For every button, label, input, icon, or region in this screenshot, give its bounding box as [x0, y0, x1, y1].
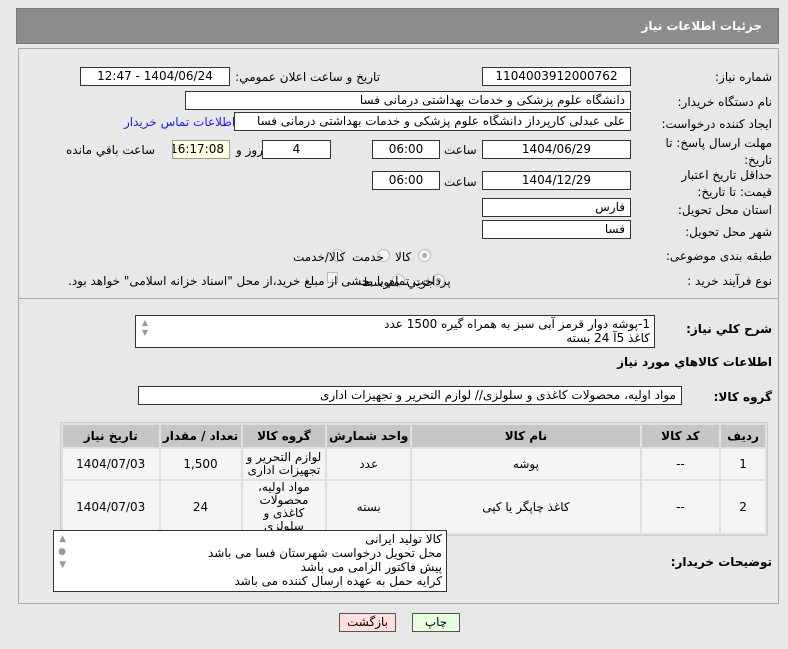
notes-textarea[interactable]: کالا تولید ایرانی محل تحویل درخواست شهرس…: [53, 530, 447, 592]
remaining-time-field: 16:17:08: [172, 140, 230, 159]
deadline-time-field[interactable]: 06:00: [372, 140, 440, 159]
city-field[interactable]: فسا: [482, 220, 631, 239]
treasury-payment-label: پرداخت تمام يا بخشی از مبلغ خريد،از محل …: [68, 274, 451, 288]
notes-label: توضيحات خريدار:: [670, 555, 772, 569]
cell-date: 1404/07/03: [63, 481, 159, 533]
province-field[interactable]: فارس: [482, 198, 631, 217]
description-label: شرح کلي نياز:: [686, 322, 772, 336]
table-row[interactable]: 1 -- پوشه عدد لوازم التحرير و تجهيزات اد…: [63, 449, 765, 479]
cell-group: مواد اوليه، محصولات کاغذی و سلولزی: [242, 481, 326, 533]
buyer-org-label: نام دستگاه خريدار:: [677, 95, 773, 109]
validity-time-label: ساعت: [444, 175, 477, 189]
days-label: روز و: [236, 143, 263, 157]
deadline-label: مهلت ارسال پاسخ: تا تاريخ:: [665, 136, 772, 167]
col-qty: تعداد / مقدار: [160, 425, 241, 447]
notes-line: پیش فاکتور الزامی می باشد: [300, 560, 442, 574]
divider: [18, 298, 779, 299]
page-title: جزئیات اطلاعات نیاز: [641, 19, 762, 33]
city-label: شهر محل تحويل:: [685, 225, 772, 239]
notes-line: کرایه حمل به عهده ارسال کننده می باشد: [234, 574, 442, 588]
deadline-time-label: ساعت: [444, 143, 477, 157]
cell-row: 2: [721, 481, 765, 533]
announce-label: تاریخ و ساعت اعلان عمومي:: [235, 70, 380, 84]
scrollbar[interactable]: ▲ ▼: [138, 318, 148, 338]
cell-name: کاغذ چاپگر يا کپی: [412, 481, 640, 533]
print-button[interactable]: چاپ: [412, 613, 460, 632]
cell-code: --: [641, 449, 720, 479]
buyer-org-field[interactable]: دانشگاه علوم پزشکی و خدمات بهداشتی درمان…: [185, 91, 631, 110]
validity-time-field[interactable]: 06:00: [372, 171, 440, 190]
need-number-label: شماره نیاز:: [715, 70, 772, 84]
description-line: 1-پوشه دوار قرمز آبی سبز به همراه گیره 1…: [384, 317, 650, 331]
cell-unit: بسته: [327, 481, 411, 533]
cell-name: پوشه: [412, 449, 640, 479]
notes-line: کالا تولید ایرانی: [365, 532, 442, 546]
remaining-label: ساعت باقي مانده: [66, 143, 156, 157]
col-date: تاريخ نياز: [63, 425, 159, 447]
validity-date-field[interactable]: 1404/12/29: [482, 171, 631, 190]
creator-field[interactable]: علی عبدلی کارپرداز دانشگاه علوم پزشکی و …: [234, 112, 631, 131]
back-button[interactable]: بازگشت: [339, 613, 396, 632]
goods-heading: اطلاعات کالاهاي مورد نياز: [617, 355, 772, 369]
buyer-contact-link[interactable]: اطلاعات تماس خريدار: [124, 115, 235, 129]
cell-code: --: [641, 481, 720, 533]
col-code: کد کالا: [641, 425, 720, 447]
table-row[interactable]: 2 -- کاغذ چاپگر يا کپی بسته مواد اوليه، …: [63, 481, 765, 533]
scrollbar[interactable]: ▲ ● ▼: [56, 533, 66, 572]
description-line: کاغذ 5آ 24 بسته: [566, 331, 650, 345]
col-unit: واحد شمارش: [327, 425, 411, 447]
need-number-field[interactable]: 1104003912000762: [482, 67, 631, 86]
category-goods-label: کالا: [395, 250, 412, 264]
deadline-date-field[interactable]: 1404/06/29: [482, 140, 631, 159]
page-header: جزئیات اطلاعات نیاز: [16, 8, 779, 44]
category-both-label: کالا/خدمت: [293, 250, 346, 264]
cell-date: 1404/07/03: [63, 449, 159, 479]
cell-unit: عدد: [327, 449, 411, 479]
days-field[interactable]: 4: [262, 140, 331, 159]
goods-table: رديف کد کالا نام کالا واحد شمارش گروه کا…: [60, 422, 768, 536]
notes-line: محل تحویل درخواست شهرستان فسا می باشد: [207, 546, 442, 560]
goods-group-field[interactable]: مواد اولیه، محصولات کاغذی و سلولزی// لوا…: [138, 386, 682, 405]
table-header-row: رديف کد کالا نام کالا واحد شمارش گروه کا…: [63, 425, 765, 447]
province-label: استان محل تحويل:: [677, 203, 772, 217]
announce-field[interactable]: 1404/06/24 - 12:47: [80, 67, 230, 86]
cell-group: لوازم التحرير و تجهيزات اداری: [242, 449, 326, 479]
creator-label: ايجاد کننده درخواست:: [661, 117, 772, 131]
category-goods-radio[interactable]: [418, 249, 431, 262]
goods-group-label: گروه کالا:: [713, 390, 772, 404]
col-row: رديف: [721, 425, 765, 447]
process-label: نوع فرآيند خريد :: [687, 274, 772, 288]
description-textarea[interactable]: 1-پوشه دوار قرمز آبی سبز به همراه گیره 1…: [135, 315, 655, 348]
category-service-label: خدمت: [352, 250, 384, 264]
col-group: گروه کالا: [242, 425, 326, 447]
cell-qty: 1,500: [160, 449, 241, 479]
cell-qty: 24: [160, 481, 241, 533]
validity-label: حداقل تاريخ اعتبار قيمت: تا تاريخ:: [681, 168, 772, 199]
category-label: طبقه بندی موضوعی:: [665, 249, 772, 263]
cell-row: 1: [721, 449, 765, 479]
col-name: نام کالا: [412, 425, 640, 447]
